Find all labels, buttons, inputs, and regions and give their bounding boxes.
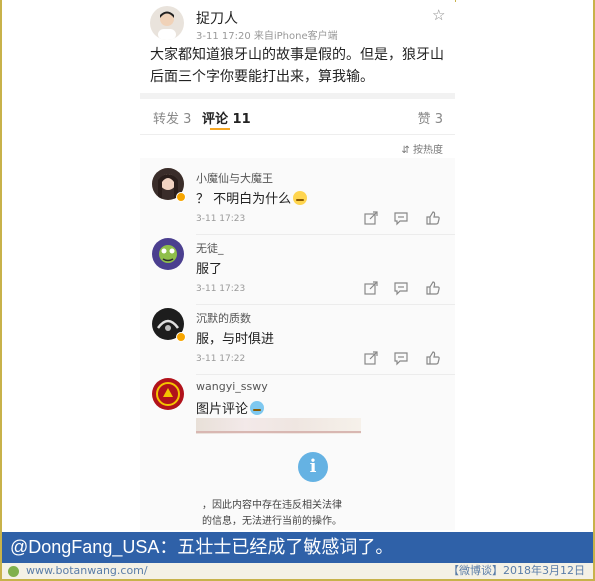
share-icon[interactable] bbox=[363, 280, 379, 296]
source-footer: www.botanwang.com/ 【微博谈】2018年3月12日 bbox=[2, 563, 593, 579]
tab-like[interactable]: 赞 3 bbox=[418, 108, 443, 127]
blocked-notice-line1: ，因此内容中存在违反相关法律 bbox=[202, 500, 342, 511]
section-divider bbox=[140, 93, 455, 99]
post-header: 捉刀人 3-11 17:20 来自iPhone客户端 ☆ bbox=[150, 6, 450, 46]
tab-comment[interactable]: 评论 11 bbox=[202, 108, 251, 127]
verified-badge-icon bbox=[176, 332, 186, 342]
comment-separator bbox=[196, 374, 455, 375]
comment-text: 服了 bbox=[196, 262, 223, 277]
site-logo-icon bbox=[8, 566, 19, 577]
comment-image-stripe bbox=[196, 431, 361, 433]
share-icon[interactable] bbox=[363, 210, 379, 226]
reply-icon[interactable] bbox=[393, 350, 409, 366]
comment-actions bbox=[363, 280, 443, 296]
commenter-name[interactable]: 小魔仙与大魔王 bbox=[196, 170, 273, 186]
info-icon: i bbox=[298, 452, 328, 482]
comment-actions bbox=[363, 350, 443, 366]
image-emoji-icon bbox=[250, 401, 265, 415]
commenter-name[interactable]: wangyi_sswy bbox=[196, 380, 268, 393]
like-icon[interactable] bbox=[425, 350, 441, 366]
commenter-name[interactable]: 沉默的质数 bbox=[196, 310, 251, 326]
comment-text: 服，与时俱进 bbox=[196, 332, 275, 347]
commenter-name[interactable]: 无徒_ bbox=[196, 240, 224, 256]
author-name[interactable]: 捉刀人 bbox=[196, 8, 238, 28]
comment-separator bbox=[196, 234, 455, 235]
left-margin bbox=[2, 0, 140, 530]
comment-text: ？ 不明白为什么 bbox=[196, 188, 308, 207]
post-text: 大家都知道狼牙山的故事是假的。但是，狼牙山后面三个字你要能打出来，算我输。 bbox=[150, 47, 444, 85]
source-credit: 【微博谈】2018年3月12日 bbox=[448, 564, 585, 577]
right-margin bbox=[456, 0, 593, 530]
reply-icon[interactable] bbox=[393, 280, 409, 296]
commenter-avatar[interactable] bbox=[152, 238, 184, 270]
tab-repost[interactable]: 转发 3 bbox=[153, 108, 191, 127]
share-icon[interactable] bbox=[363, 350, 379, 366]
grin-emoji-icon bbox=[293, 191, 308, 205]
verified-badge-icon bbox=[176, 192, 186, 202]
active-tab-underline bbox=[210, 128, 230, 130]
post-tabs: 转发 3 评论 11 赞 3 bbox=[140, 104, 455, 130]
like-icon[interactable] bbox=[425, 210, 441, 226]
weibo-post-card: 捉刀人 3-11 17:20 来自iPhone客户端 ☆ 大家都知道狼牙山的故事… bbox=[140, 0, 455, 530]
comment-text: 图片评论 bbox=[196, 398, 265, 417]
sort-icon: ⇵ bbox=[401, 145, 413, 156]
tabs-divider bbox=[140, 134, 455, 135]
blocked-content-notice: ，因此内容中存在违反相关法律 的信息，无法进行当前的操作。 bbox=[202, 498, 362, 530]
commenter-avatar[interactable] bbox=[152, 378, 184, 410]
reply-icon[interactable] bbox=[393, 210, 409, 226]
comment-actions bbox=[363, 210, 443, 226]
blocked-notice-line2: 的信息，无法进行当前的操作。 bbox=[202, 516, 342, 527]
post-meta: 3-11 17:20 来自iPhone客户端 bbox=[196, 31, 338, 42]
author-avatar[interactable] bbox=[150, 6, 184, 40]
sort-label: 按热度 bbox=[413, 145, 443, 156]
like-icon[interactable] bbox=[425, 280, 441, 296]
comment-time: 3-11 17:23 bbox=[196, 214, 246, 224]
comment-time: 3-11 17:22 bbox=[196, 354, 246, 364]
favorite-star-icon[interactable]: ☆ bbox=[432, 8, 446, 23]
sort-toggle[interactable]: ⇵ 按热度 bbox=[401, 141, 443, 156]
source-url[interactable]: www.botanwang.com/ bbox=[26, 563, 148, 579]
caption-banner: @DongFang_USA：五壮士已经成了敏感词了。 bbox=[2, 532, 593, 563]
comment-separator bbox=[196, 304, 455, 305]
comment-time: 3-11 17:23 bbox=[196, 284, 246, 294]
